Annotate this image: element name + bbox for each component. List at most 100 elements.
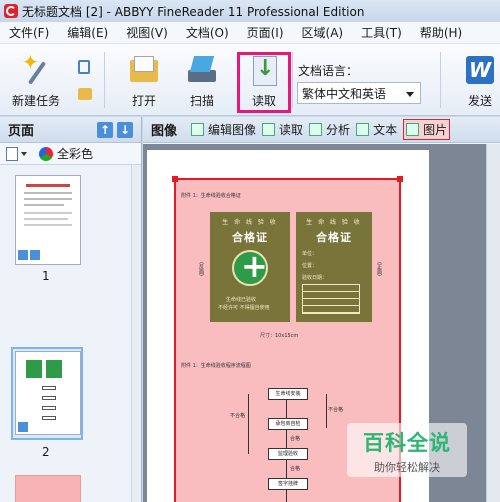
- word-export-icon: [464, 54, 496, 86]
- pages-pane-tools: 全彩色: [0, 143, 141, 165]
- card-title: 合格证: [316, 231, 352, 244]
- card-field-date: 验收日期：: [302, 275, 328, 281]
- send-label: 发送: [467, 94, 492, 108]
- read-button-highlight: [237, 52, 291, 113]
- menu-view[interactable]: 视图(V): [117, 22, 177, 44]
- card-top-text: 生 命 线 验 收: [222, 219, 278, 226]
- watermark-title: 百科全说: [363, 431, 451, 455]
- open-label: 打开: [131, 94, 156, 108]
- card-field-unit: 单位：: [302, 251, 318, 257]
- card-table: [302, 284, 360, 314]
- image-toolbar: 图像 编辑图像 读取 分析 文本 图片: [143, 117, 500, 143]
- flow-fail-label: 不合格: [230, 413, 246, 419]
- scan-label: 扫描: [189, 94, 214, 108]
- toolbar-separator: [104, 52, 105, 108]
- attachment-1-heading: 附件 1：生命线验收合格证: [181, 193, 241, 199]
- flow-fail-label: 不合格: [328, 407, 344, 413]
- new-task-button[interactable]: 新建任务: [12, 50, 61, 109]
- toolbar-separator: [292, 52, 293, 108]
- page-thumbnail-1[interactable]: [15, 175, 81, 265]
- menu-help[interactable]: 帮助(H): [411, 22, 471, 44]
- doc-language-select[interactable]: 繁体中文和英语: [297, 82, 421, 104]
- certificate-card-back: 生 命 线 验 收 合格证 单位： 位置： 验收日期：: [296, 212, 372, 322]
- analyze-label: 分析: [326, 123, 351, 137]
- picture-area-icon: [406, 123, 420, 136]
- picture-area-button[interactable]: 图片: [403, 119, 451, 140]
- resize-handle[interactable]: [397, 176, 403, 182]
- watermark: 百科全说 助你轻松解决: [347, 423, 467, 477]
- analyze-button[interactable]: 分析: [309, 121, 350, 138]
- image-read-label: 读取: [279, 123, 304, 137]
- flow-pass-label: 合格: [290, 466, 301, 472]
- watermark-subtitle: 助你轻松解决: [374, 461, 440, 474]
- chevron-down-icon[interactable]: [21, 151, 27, 156]
- pages-scrollbar[interactable]: [131, 165, 141, 502]
- app-logo-icon: [4, 4, 18, 18]
- resize-handle[interactable]: [172, 176, 178, 182]
- menu-tools[interactable]: 工具(T): [352, 22, 411, 44]
- save-icon: [30, 250, 40, 260]
- open-folder-icon: [128, 54, 160, 86]
- analyze-icon: [309, 123, 323, 136]
- menu-edit[interactable]: 编辑(E): [58, 22, 117, 44]
- image-page-icon: [18, 422, 28, 432]
- edit-image-button[interactable]: 编辑图像: [191, 121, 256, 138]
- doc-language-value: 繁体中文和英语: [302, 86, 387, 101]
- flow-connector: [286, 400, 287, 418]
- image-read-button[interactable]: 读取: [262, 121, 303, 138]
- menu-document[interactable]: 文档(O): [177, 22, 238, 44]
- card-slogan-1: 生命线已验收: [226, 297, 257, 303]
- flow-step-2: 承包商自检: [268, 418, 308, 430]
- page-number-1: 1: [42, 269, 50, 283]
- card-size-text: 尺寸：10x15cm: [260, 333, 299, 339]
- color-mode-label[interactable]: 全彩色: [57, 145, 93, 162]
- menu-area[interactable]: 区域(A): [293, 22, 353, 44]
- arrow-up-icon[interactable]: ↑: [97, 122, 113, 138]
- folder-small-icon[interactable]: [78, 88, 92, 100]
- new-task-label: 新建任务: [12, 94, 61, 108]
- page-small-icon[interactable]: [78, 60, 90, 74]
- text-area-icon: [356, 123, 370, 136]
- page-number-2: 2: [42, 445, 50, 459]
- flow-connector: [286, 490, 287, 502]
- edit-image-icon: [191, 123, 205, 136]
- flow-step-1: 生命线安装: [268, 388, 308, 400]
- page-thumbnail-3[interactable]: [15, 475, 81, 502]
- scanner-icon: [186, 54, 218, 86]
- chevron-down-icon: [406, 92, 414, 97]
- card-front-side-label: (反面): [198, 262, 204, 276]
- attachment-2-heading: 附件 1：生命线验收程序流程图: [181, 363, 251, 369]
- card-field-location: 位置：: [302, 263, 318, 269]
- page-view-icon[interactable]: [6, 146, 18, 161]
- text-area-button[interactable]: 文本: [356, 121, 397, 138]
- card-back-side-label: (正面): [376, 262, 382, 276]
- menu-file[interactable]: 文件(F): [0, 22, 58, 44]
- picture-area-label: 图片: [423, 123, 448, 137]
- certificate-card-front: 生 命 线 验 收 合格证 生命线已验收 不经许可 不得擅自使用: [210, 212, 290, 322]
- title-bar: 无标题文档 [2] - ABBYY FineReader 11 Professi…: [0, 0, 500, 22]
- flow-pass-label: 合格: [290, 436, 301, 442]
- flow-connector: [286, 460, 287, 478]
- page-thumbnails: 1 2: [0, 165, 130, 502]
- safety-cross-emblem-icon: [232, 247, 268, 286]
- arrow-down-icon[interactable]: ↓: [117, 122, 133, 138]
- card-title: 合格证: [232, 231, 268, 244]
- menu-page[interactable]: 页面(I): [238, 22, 293, 44]
- scan-button[interactable]: 扫描: [186, 54, 218, 109]
- text-area-label: 文本: [373, 123, 398, 137]
- card-slogan-2: 不经许可 不得擅自使用: [218, 305, 270, 311]
- read-icon: [262, 123, 276, 136]
- document-scrollbar[interactable]: [486, 144, 500, 502]
- window-title: 无标题文档 [2] - ABBYY FineReader 11 Professi…: [22, 4, 365, 19]
- image-pane-title: 图像: [151, 124, 178, 139]
- pages-pane: 页面 ↑ ↓ 全彩色 1 2: [0, 117, 142, 502]
- toolbar-separator: [440, 52, 441, 108]
- color-mode-icon[interactable]: [39, 146, 53, 161]
- open-button[interactable]: 打开: [128, 54, 160, 109]
- send-button[interactable]: 发送: [464, 54, 496, 109]
- flow-loop-line: [248, 394, 249, 454]
- flow-step-4: 签字挂牌: [268, 478, 308, 490]
- flow-connector: [286, 430, 287, 448]
- page-thumbnail-2[interactable]: [15, 351, 81, 435]
- pages-pane-header: 页面 ↑ ↓: [0, 117, 141, 143]
